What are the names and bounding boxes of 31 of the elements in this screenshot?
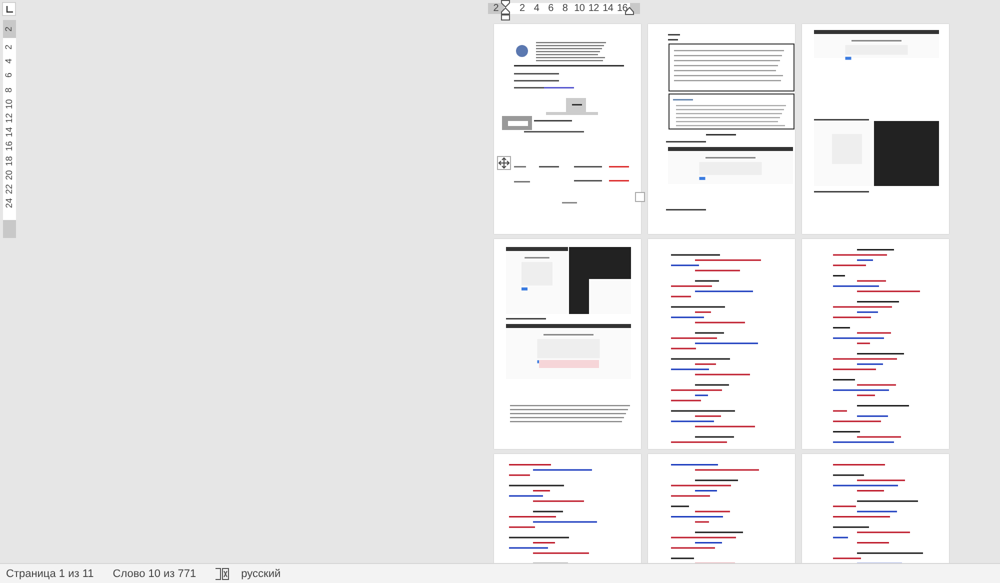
- language-indicator[interactable]: русский: [241, 568, 281, 580]
- ruler-label: 22: [2, 184, 15, 194]
- ruler-label: 2: [518, 3, 526, 14]
- tab-stop-icon: [6, 6, 12, 12]
- ruler-label: 12: [587, 3, 600, 14]
- ruler-label: 6: [2, 72, 15, 78]
- move-handle-icon[interactable]: [497, 156, 511, 170]
- ruler-label: 4: [532, 3, 540, 14]
- ruler-margin: [2, 220, 16, 238]
- ruler-label: 8: [2, 87, 15, 92]
- ruler-label: 6: [547, 3, 554, 14]
- ruler-label: 14: [2, 127, 15, 138]
- ruler-label: 14: [602, 3, 614, 14]
- ruler-label: 2: [2, 44, 15, 50]
- ruler-label: 4: [2, 58, 15, 64]
- ruler-label: 2: [493, 3, 499, 14]
- ruler-label: 12: [2, 113, 15, 124]
- page-count[interactable]: Страница 1 из 11: [6, 568, 94, 580]
- ruler-label: 10: [573, 3, 586, 14]
- ruler-label: 24: [2, 198, 15, 208]
- ruler-label: 2: [2, 26, 15, 32]
- ruler-label: 20: [2, 170, 15, 180]
- word-count[interactable]: Слово 10 из 771: [112, 568, 196, 580]
- proofing-icon[interactable]: [215, 568, 230, 580]
- ruler-label: 18: [2, 156, 15, 166]
- ruler-label: 16: [616, 3, 628, 14]
- ruler-label: 16: [2, 141, 15, 152]
- tab-stop-button[interactable]: [2, 2, 16, 16]
- ruler-label: 10: [2, 98, 15, 109]
- ruler-label: 8: [561, 3, 569, 14]
- resize-handle-icon[interactable]: [635, 192, 645, 202]
